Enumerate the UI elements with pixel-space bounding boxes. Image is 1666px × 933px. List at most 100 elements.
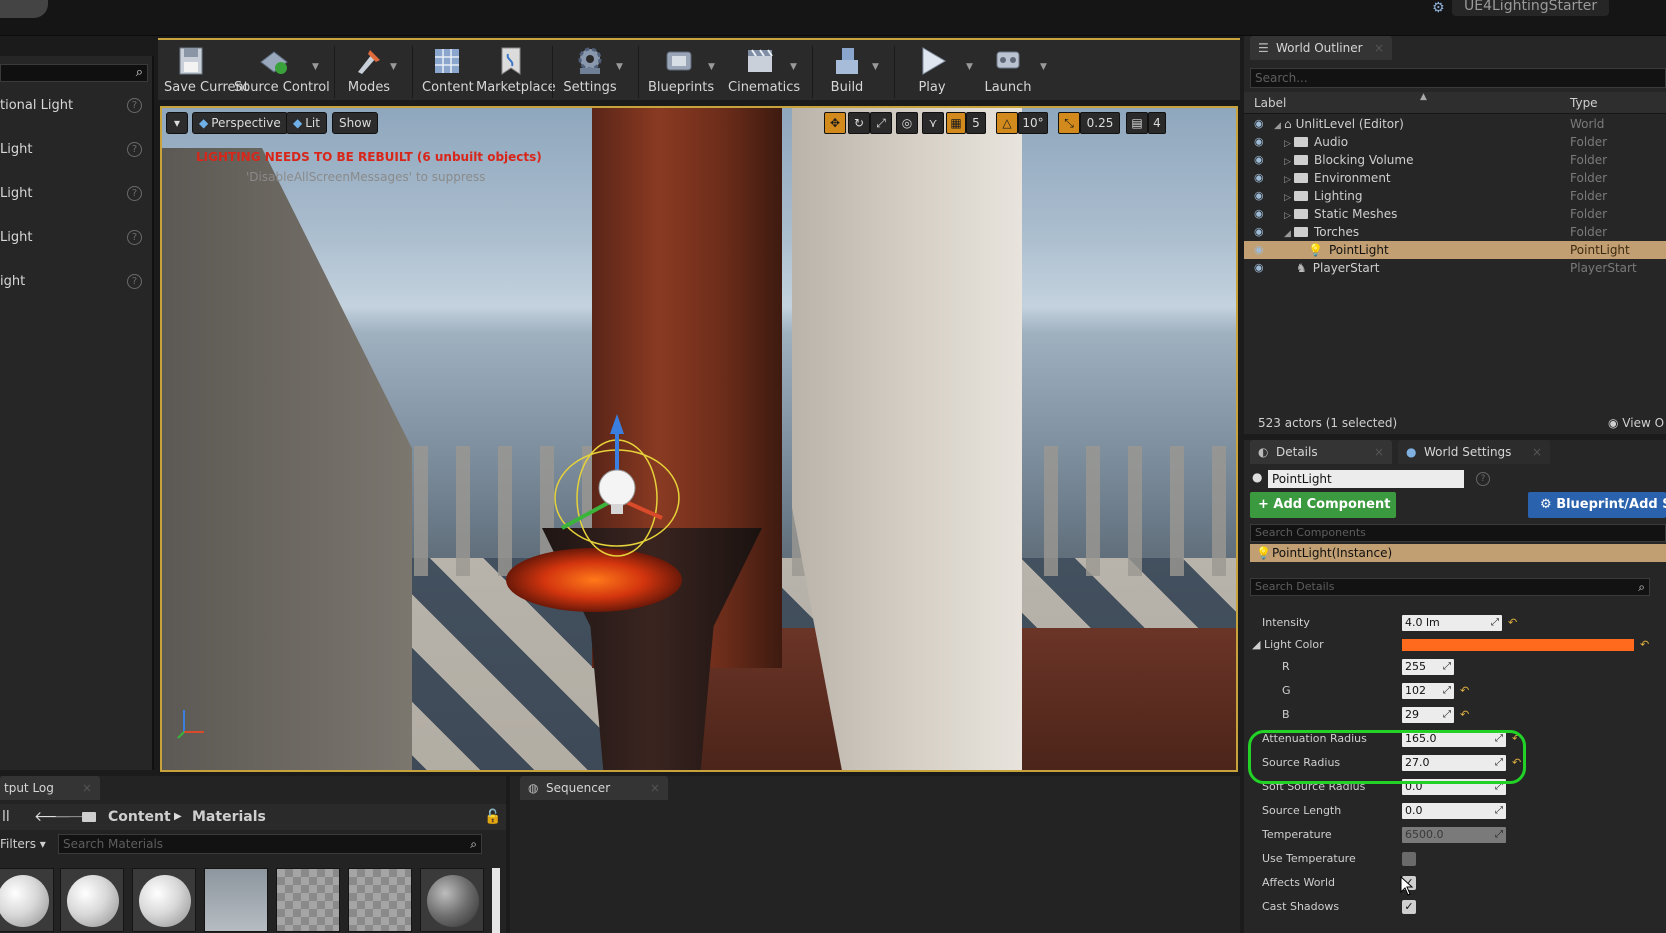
chevron-down-icon[interactable]: ▼ bbox=[708, 62, 715, 72]
b-field[interactable]: 29 ⤢ bbox=[1402, 707, 1454, 723]
breadcrumb-all[interactable]: ll bbox=[2, 804, 10, 830]
material-thumbnail[interactable] bbox=[276, 868, 340, 932]
drag-arrows-icon[interactable]: ⤢ bbox=[1491, 615, 1499, 631]
settings-button[interactable]: Settings bbox=[562, 44, 618, 100]
close-icon[interactable]: × bbox=[650, 776, 660, 800]
play-button[interactable]: Play bbox=[910, 44, 954, 100]
view-options-button[interactable]: ◉ View O bbox=[1608, 412, 1664, 434]
surface-snap-icon[interactable]: ⋎ bbox=[922, 112, 944, 134]
launch-button[interactable]: Launch bbox=[984, 44, 1032, 100]
component-tree-item[interactable]: 💡 PointLight(Instance) bbox=[1250, 544, 1666, 562]
help-icon[interactable]: ? bbox=[1476, 472, 1490, 486]
outliner-row[interactable]: ◉ ▷ Lighting Folder bbox=[1244, 187, 1666, 205]
place-item-point-light[interactable]: Light ? bbox=[0, 138, 148, 162]
material-thumbnail[interactable] bbox=[420, 868, 484, 932]
material-thumbnail[interactable] bbox=[60, 868, 124, 932]
material-thumbnail[interactable] bbox=[0, 868, 54, 932]
help-icon[interactable]: ? bbox=[127, 274, 142, 289]
chevron-down-icon[interactable]: ▼ bbox=[616, 62, 623, 72]
visibility-eye-icon[interactable]: ◉ bbox=[1254, 169, 1264, 187]
scale-snap-value[interactable]: 0.25 bbox=[1080, 112, 1120, 134]
scale-mode-icon[interactable]: ⤢ bbox=[870, 112, 892, 134]
chevron-down-icon[interactable]: ▼ bbox=[1040, 62, 1047, 72]
reset-to-default-icon[interactable]: ↶ bbox=[1460, 680, 1469, 702]
cast-shadows-checkbox[interactable]: ✓ bbox=[1402, 900, 1416, 914]
outliner-row[interactable]: ◉ ▷ Environment Folder bbox=[1244, 169, 1666, 187]
intensity-field[interactable]: 4.0 lm ⤢ bbox=[1402, 615, 1502, 631]
outliner-row[interactable]: ◉ ▷ Blocking Volume Folder bbox=[1244, 151, 1666, 169]
r-field[interactable]: 255 ⤢ bbox=[1402, 659, 1454, 675]
rotation-snap-icon[interactable]: △ bbox=[996, 112, 1018, 134]
build-button[interactable]: Build bbox=[824, 44, 870, 100]
place-item-rect-light[interactable]: Light ? bbox=[0, 226, 148, 250]
perspective-button[interactable]: ◆ Perspective bbox=[192, 112, 288, 134]
close-icon[interactable]: × bbox=[1374, 36, 1384, 60]
close-icon[interactable]: × bbox=[1532, 440, 1542, 464]
help-icon[interactable]: ? bbox=[127, 142, 142, 157]
material-thumbnail[interactable] bbox=[348, 868, 412, 932]
outliner-row[interactable]: ◉ ◢ Torches Folder bbox=[1244, 223, 1666, 241]
chevron-down-icon[interactable]: ▼ bbox=[390, 62, 397, 72]
help-icon[interactable]: ? bbox=[127, 186, 142, 201]
outliner-row[interactable]: ◉ ▷ Static Meshes Folder bbox=[1244, 205, 1666, 223]
material-thumbnail[interactable] bbox=[204, 868, 268, 932]
world-local-icon[interactable]: ◎ bbox=[896, 112, 918, 134]
place-item-sky-light[interactable]: ight ? bbox=[0, 270, 148, 294]
search-details-input[interactable]: Search Details ⌕ bbox=[1250, 578, 1650, 596]
visibility-eye-icon[interactable]: ◉ bbox=[1254, 115, 1264, 133]
grid-snap-icon[interactable]: ▦ bbox=[946, 112, 966, 134]
outliner-row[interactable]: ◉ ▷ Audio Folder bbox=[1244, 133, 1666, 151]
column-type[interactable]: Type bbox=[1570, 92, 1598, 114]
visibility-eye-icon[interactable]: ◉ bbox=[1254, 259, 1264, 277]
close-icon[interactable]: × bbox=[1374, 440, 1384, 464]
visibility-eye-icon[interactable]: ◉ bbox=[1254, 241, 1264, 259]
light-color-swatch[interactable] bbox=[1402, 639, 1634, 651]
blueprint-add-script-button[interactable]: ⚙ Blueprint/Add S bbox=[1528, 492, 1666, 518]
reset-to-default-icon[interactable]: ↶ bbox=[1460, 704, 1469, 726]
drag-arrows-icon[interactable]: ⤢ bbox=[1443, 683, 1451, 699]
lock-icon[interactable]: 🔓 bbox=[484, 804, 501, 830]
search-materials-input[interactable]: Search Materials ⌕ bbox=[58, 834, 482, 854]
content-scrollbar[interactable] bbox=[492, 868, 500, 933]
translate-mode-icon[interactable]: ✥ bbox=[824, 112, 846, 134]
level-viewport[interactable]: LIGHTING NEEDS TO BE REBUILT (6 unbuilt … bbox=[160, 106, 1238, 772]
scale-snap-icon[interactable]: ⤡ bbox=[1058, 112, 1080, 134]
reset-to-default-icon[interactable]: ↶ bbox=[1508, 612, 1517, 634]
use-temperature-checkbox[interactable] bbox=[1402, 852, 1416, 866]
show-button[interactable]: Show bbox=[332, 112, 379, 134]
save-current-button[interactable]: Save Current bbox=[164, 44, 249, 100]
help-icon[interactable]: ? bbox=[127, 230, 142, 245]
viewport-options-button[interactable]: ▾ bbox=[166, 112, 188, 134]
visibility-eye-icon[interactable]: ◉ bbox=[1254, 151, 1264, 169]
source-control-button[interactable]: Source Control bbox=[234, 44, 330, 100]
outliner-row[interactable]: ◉ ◢ ⌂ UnlitLevel (Editor) World bbox=[1244, 115, 1666, 133]
actor-name-field[interactable]: PointLight bbox=[1268, 470, 1464, 488]
column-label[interactable]: Label bbox=[1254, 92, 1286, 114]
editor-tab-shape[interactable] bbox=[0, 0, 48, 18]
cinematics-button[interactable]: Cinematics bbox=[728, 44, 800, 100]
add-component-button[interactable]: + Add Component ▾ bbox=[1250, 492, 1396, 538]
help-icon[interactable]: ? bbox=[127, 98, 142, 113]
close-icon[interactable]: × bbox=[82, 776, 92, 800]
chevron-down-icon[interactable]: ▼ bbox=[872, 62, 879, 72]
material-thumbnail[interactable] bbox=[132, 868, 196, 932]
camera-speed-icon[interactable]: ▤ bbox=[1126, 112, 1148, 134]
blueprints-button[interactable]: Blueprints bbox=[648, 44, 714, 100]
breadcrumb-content[interactable]: Content bbox=[108, 804, 171, 830]
tab-output-log[interactable]: tput Log × bbox=[0, 776, 100, 800]
outliner-search-input[interactable]: Search... bbox=[1250, 68, 1666, 88]
filters-button[interactable]: Filters ▾ bbox=[0, 834, 46, 854]
place-item-spot-light[interactable]: Light ? bbox=[0, 182, 148, 206]
modes-button[interactable]: Modes bbox=[344, 44, 394, 100]
g-field[interactable]: 102 ⤢ bbox=[1402, 683, 1454, 699]
camera-speed-value[interactable]: 4 bbox=[1148, 112, 1166, 134]
search-components-input[interactable]: Search Components bbox=[1250, 524, 1666, 542]
tab-world-outliner[interactable]: ☰ World Outliner × bbox=[1250, 36, 1392, 60]
outliner-row-selected[interactable]: ◉ 💡 PointLight PointLight bbox=[1244, 241, 1666, 259]
source-length-field[interactable]: 0.0 ⤢ bbox=[1402, 803, 1506, 819]
reset-to-default-icon[interactable]: ↶ bbox=[1640, 634, 1649, 656]
visibility-eye-icon[interactable]: ◉ bbox=[1254, 223, 1264, 241]
tab-world-settings[interactable]: ● World Settings × bbox=[1398, 440, 1550, 464]
breadcrumb-materials[interactable]: Materials bbox=[192, 804, 266, 830]
visibility-eye-icon[interactable]: ◉ bbox=[1254, 133, 1264, 151]
